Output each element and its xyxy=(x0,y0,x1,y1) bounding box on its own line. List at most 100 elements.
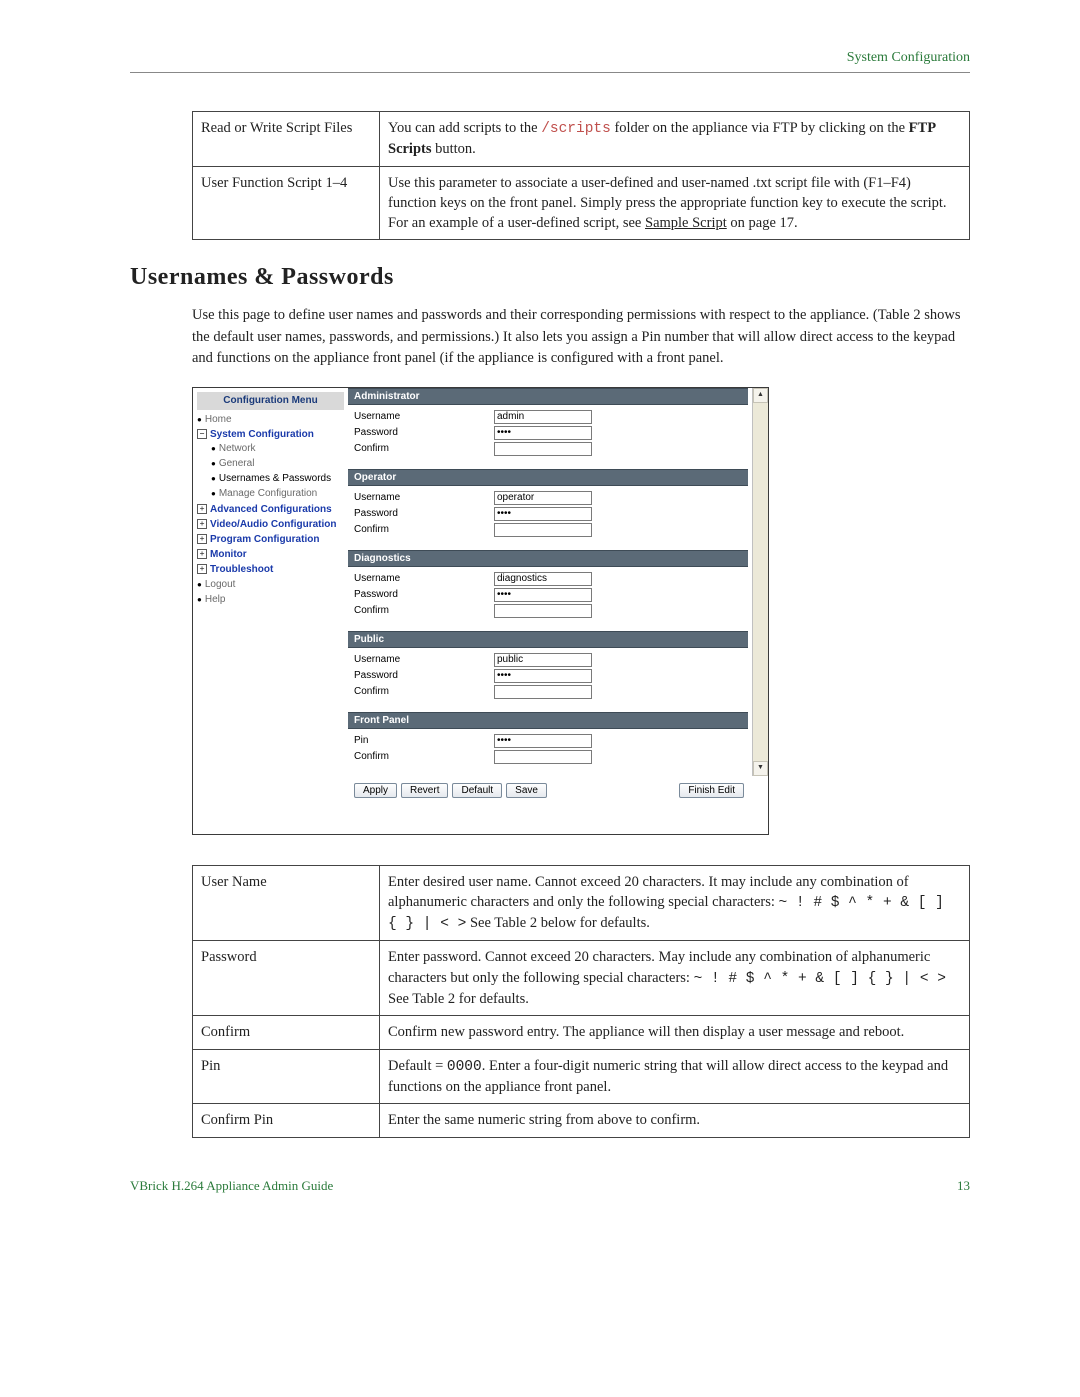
sidebar-item-advanced[interactable]: Advanced Configurations xyxy=(210,504,332,515)
page-footer: VBrick H.264 Appliance Admin Guide 13 xyxy=(130,1178,970,1194)
link-sample-script[interactable]: Sample Script xyxy=(645,215,727,231)
form-row: Username xyxy=(348,652,748,668)
expand-icon[interactable]: + xyxy=(197,519,207,529)
form-row: Username xyxy=(348,490,748,506)
code-text: ~ ! # $ ^ * + & [ ] { } | < > xyxy=(694,971,946,987)
param-label: User Function Script 1–4 xyxy=(193,166,380,240)
text: Default = xyxy=(388,1058,447,1074)
sidebar-item-home[interactable]: Home xyxy=(205,414,232,425)
text: See Table 2 below for defaults. xyxy=(466,915,650,931)
pin-input[interactable] xyxy=(494,734,592,748)
sidebar-item-logout[interactable]: Logout xyxy=(205,579,236,590)
expand-icon[interactable]: + xyxy=(197,504,207,514)
param-label: User Name xyxy=(193,865,380,941)
username-input[interactable] xyxy=(494,572,592,586)
sidebar-item-system-config[interactable]: System Configuration xyxy=(210,429,314,440)
sidebar-item-manage[interactable]: Manage Configuration xyxy=(219,488,317,499)
section-header-public: Public xyxy=(348,631,748,648)
param-label: Read or Write Script Files xyxy=(193,112,380,167)
password-input[interactable] xyxy=(494,588,592,602)
section-name: System Configuration xyxy=(847,50,970,65)
text: Enter the same numeric string from above… xyxy=(388,1112,700,1128)
expand-icon[interactable]: + xyxy=(197,564,207,574)
text: button. xyxy=(432,141,476,157)
param-label: Confirm Pin xyxy=(193,1104,380,1137)
confirm-input[interactable] xyxy=(494,685,592,699)
param-desc: Use this parameter to associate a user-d… xyxy=(380,166,970,240)
sidebar: Configuration Menu ●Home −System Configu… xyxy=(193,388,348,804)
form-row: Confirm xyxy=(348,522,748,538)
field-label: Username xyxy=(354,654,494,665)
sidebar-item-general[interactable]: General xyxy=(219,458,255,469)
form-row: Confirm xyxy=(348,603,748,619)
main-panel: ▲ ▼ Administrator Username Password Confirm… xyxy=(348,388,768,804)
page-header: System Configuration xyxy=(130,50,970,73)
password-input[interactable] xyxy=(494,426,592,440)
code-path: /scripts xyxy=(541,121,611,137)
table-row: PasswordEnter password. Cannot exceed 20… xyxy=(193,941,970,1016)
intro-paragraph: Use this page to define user names and p… xyxy=(192,305,970,368)
field-label: Confirm xyxy=(354,605,494,616)
form-row: Confirm xyxy=(348,441,748,457)
param-label: Confirm xyxy=(193,1016,380,1049)
confirm-input[interactable] xyxy=(494,604,592,618)
form-row: Confirm xyxy=(348,749,748,765)
section-title: Usernames & Passwords xyxy=(130,264,970,291)
form-row: Username xyxy=(348,409,748,425)
table-row: User Function Script 1–4 Use this parame… xyxy=(193,166,970,240)
table-row: Confirm Pin Enter the same numeric string… xyxy=(193,1104,970,1137)
table-row: User NameEnter desired user name. Cannot… xyxy=(193,865,970,941)
default-button[interactable]: Default xyxy=(452,783,502,798)
table-row: Read or Write Script Files You can add s… xyxy=(193,112,970,167)
apply-button[interactable]: Apply xyxy=(354,783,397,798)
finish-edit-button[interactable]: Finish Edit xyxy=(679,783,744,798)
section-header-administrator: Administrator xyxy=(348,388,748,405)
script-params-table: Read or Write Script Files You can add s… xyxy=(192,111,970,240)
sidebar-item-troubleshoot[interactable]: Troubleshoot xyxy=(210,564,273,575)
sidebar-item-network[interactable]: Network xyxy=(219,443,256,454)
field-label: Username xyxy=(354,573,494,584)
field-label: Pin xyxy=(354,735,494,746)
collapse-icon[interactable]: − xyxy=(197,429,207,439)
sidebar-item-usernames[interactable]: Usernames & Passwords xyxy=(219,473,331,484)
button-bar: Apply Revert Default Save Finish Edit xyxy=(348,775,768,804)
table-row: ConfirmConfirm new password entry. The a… xyxy=(193,1016,970,1049)
param-desc: Enter the same numeric string from above… xyxy=(380,1104,970,1137)
text: folder on the appliance via FTP by click… xyxy=(611,120,909,136)
confirm-input[interactable] xyxy=(494,442,592,456)
sidebar-item-help[interactable]: Help xyxy=(205,594,226,605)
password-input[interactable] xyxy=(494,669,592,683)
sidebar-item-program[interactable]: Program Configuration xyxy=(210,534,319,545)
username-input[interactable] xyxy=(494,491,592,505)
nav-tree: ●Home −System Configuration ●Network ●Ge… xyxy=(197,413,344,608)
password-input[interactable] xyxy=(494,507,592,521)
sidebar-item-video-audio[interactable]: Video/Audio Configuration xyxy=(210,519,336,530)
expand-icon[interactable]: + xyxy=(197,534,207,544)
form-row: Username xyxy=(348,571,748,587)
section-header-front-panel: Front Panel xyxy=(348,712,748,729)
table-row: PinDefault = 0000. Enter a four-digit nu… xyxy=(193,1049,970,1104)
form-row: Password xyxy=(348,668,748,684)
expand-icon[interactable]: + xyxy=(197,549,207,559)
form-row: Confirm xyxy=(348,684,748,700)
username-input[interactable] xyxy=(494,410,592,424)
scroll-down-icon[interactable]: ▼ xyxy=(753,761,768,776)
code-text: 0000 xyxy=(447,1059,482,1075)
scrollbar[interactable]: ▲ ▼ xyxy=(752,388,768,776)
field-label: Password xyxy=(354,670,494,681)
revert-button[interactable]: Revert xyxy=(401,783,448,798)
save-button[interactable]: Save xyxy=(506,783,547,798)
form-row: Password xyxy=(348,425,748,441)
text: You can add scripts to the xyxy=(388,120,541,136)
sidebar-title: Configuration Menu xyxy=(197,392,344,410)
confirm-input[interactable] xyxy=(494,750,592,764)
scroll-up-icon[interactable]: ▲ xyxy=(753,388,768,403)
username-input[interactable] xyxy=(494,653,592,667)
footer-page-number: 13 xyxy=(957,1178,970,1194)
sidebar-item-monitor[interactable]: Monitor xyxy=(210,549,247,560)
field-label: Password xyxy=(354,427,494,438)
field-label: Confirm xyxy=(354,751,494,762)
app-screenshot: Configuration Menu ●Home −System Configu… xyxy=(192,387,769,835)
param-label: Password xyxy=(193,941,380,1016)
confirm-input[interactable] xyxy=(494,523,592,537)
